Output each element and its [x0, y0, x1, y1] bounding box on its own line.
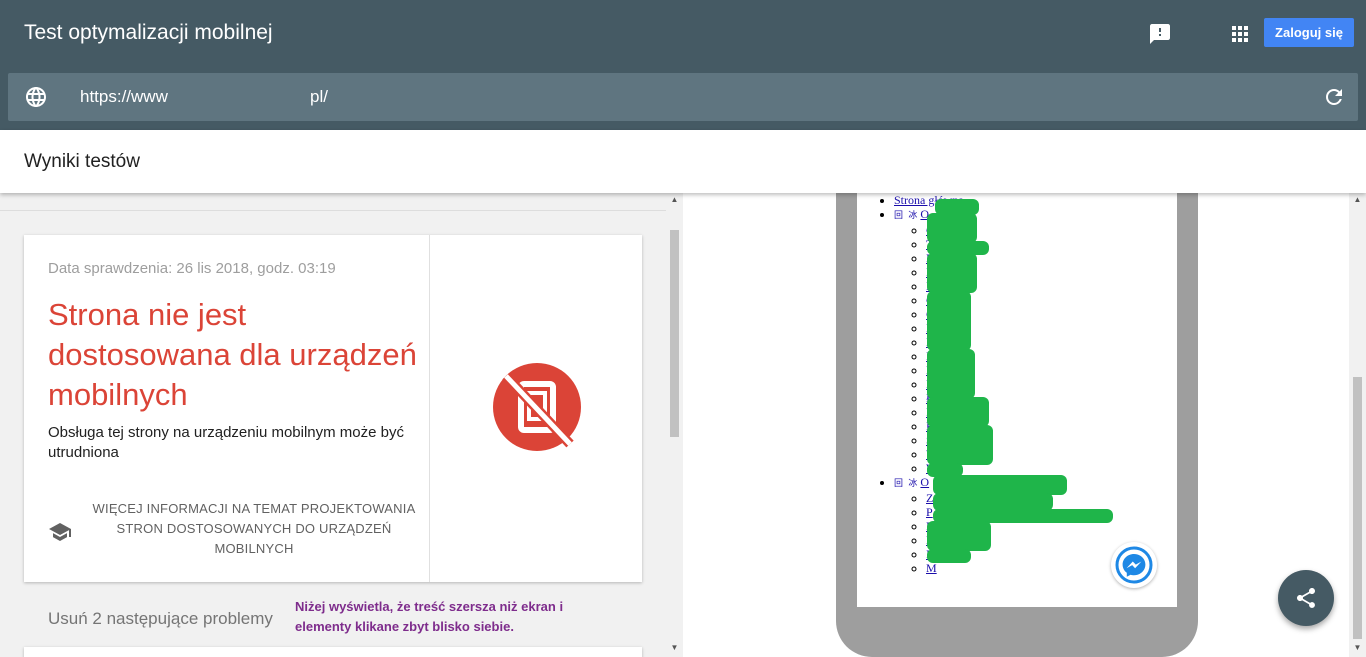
results-header: Wyniki testów — [0, 130, 1366, 193]
preview-scrollbar[interactable]: ▲ ▼ — [1349, 193, 1366, 657]
signin-button[interactable]: Zaloguj się — [1264, 18, 1354, 47]
reload-icon[interactable] — [1322, 85, 1346, 109]
more-info-link[interactable]: WIĘCEJ INFORMACJI NA TEMAT PROJEKTOWANIA… — [84, 499, 424, 559]
check-date: Data sprawdzenia: 26 lis 2018, godz. 03:… — [48, 260, 336, 277]
issues-title: Usuń 2 następujące problemy — [48, 609, 273, 628]
results-panel: Data sprawdzenia: 26 lis 2018, godz. 03:… — [0, 193, 683, 657]
preview-group-2-item[interactable]: M — [926, 561, 937, 575]
redaction-mark — [927, 425, 993, 465]
redaction-mark — [927, 253, 977, 293]
verdict-description: Obsługa tej strony na urządzeniu mobilny… — [48, 424, 405, 461]
redaction-mark — [927, 349, 975, 399]
user-annotation: Niżej wyświetla, że treść szersza niż ek… — [295, 599, 564, 634]
verdict-card: Data sprawdzenia: 26 lis 2018, godz. 03:… — [24, 235, 642, 582]
app-header: Test optymalizacji mobilnej Zaloguj się … — [0, 0, 1366, 130]
preview-group-2-item[interactable]: P — [926, 505, 933, 519]
url-bar[interactable]: https://www pl/ — [8, 73, 1358, 121]
apps-grid-icon[interactable] — [1228, 22, 1252, 46]
redaction-mark — [933, 475, 1067, 495]
url-text-suffix: pl/ — [310, 87, 328, 106]
app-title: Test optymalizacji mobilnej — [24, 21, 273, 44]
globe-icon — [26, 87, 46, 107]
scroll-down-arrow[interactable]: ▼ — [666, 643, 683, 653]
redaction-mark — [927, 521, 991, 551]
preview-panel: Strona główna 回 冰 O CTBBEGGKKKKLŁPRSWW 回… — [683, 193, 1366, 657]
scroll-up-arrow[interactable]: ▲ — [1349, 195, 1366, 205]
scrollbar-thumb[interactable] — [670, 230, 679, 437]
divider — [0, 210, 666, 211]
url-text-prefix: https://www — [80, 87, 168, 106]
issue-card[interactable] — [24, 647, 642, 657]
verdict-icon-area — [429, 235, 642, 582]
preview-group-2[interactable]: O — [920, 475, 929, 489]
scrollbar-thumb[interactable] — [1353, 377, 1362, 639]
redaction-mark — [927, 397, 989, 427]
scroll-up-arrow[interactable]: ▲ — [666, 195, 683, 205]
feedback-icon[interactable] — [1148, 22, 1172, 46]
school-icon — [49, 523, 71, 541]
verdict-title: Strona nie jest dostosowana dla urządzeń… — [48, 297, 417, 412]
redaction-mark — [927, 213, 977, 243]
share-icon — [1297, 588, 1315, 608]
redaction-mark — [927, 549, 971, 563]
messenger-icon[interactable] — [1111, 542, 1157, 588]
redaction-mark — [927, 291, 971, 351]
share-button[interactable] — [1278, 570, 1334, 626]
results-scrollbar[interactable]: ▲ ▼ — [666, 193, 683, 657]
results-title: Wyniki testów — [24, 151, 140, 172]
verdict-text-area: Data sprawdzenia: 26 lis 2018, godz. 03:… — [24, 235, 429, 582]
not-mobile-friendly-icon — [493, 363, 581, 451]
scroll-down-arrow[interactable]: ▼ — [1349, 643, 1366, 653]
